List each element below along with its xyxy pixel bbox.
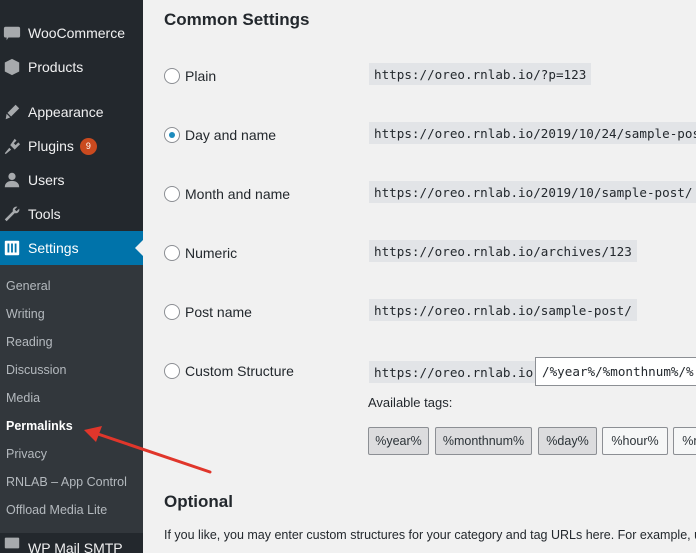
radio-plain[interactable] bbox=[164, 68, 180, 84]
option-day-and-name[interactable]: Day and name bbox=[164, 125, 276, 145]
custom-structure-input[interactable]: /%year%/%monthnum%/% bbox=[535, 357, 696, 386]
option-label: Plain bbox=[185, 68, 217, 84]
submenu-writing[interactable]: Writing bbox=[6, 300, 45, 328]
url-example-post-name: https://oreo.rnlab.io/sample-post/ bbox=[369, 299, 637, 321]
products-icon bbox=[3, 58, 21, 76]
sidebar-item-label: WooCommerce bbox=[28, 25, 125, 41]
option-label: Month and name bbox=[185, 186, 291, 202]
url-example-numeric: https://oreo.rnlab.io/archives/123 bbox=[369, 240, 637, 262]
sidebar-item-users[interactable]: Users bbox=[0, 163, 143, 197]
submenu-reading[interactable]: Reading bbox=[6, 328, 53, 356]
sidebar-item-label: Plugins bbox=[28, 138, 74, 154]
submenu-general[interactable]: General bbox=[6, 272, 50, 300]
tag-monthnum-button[interactable]: %monthnum% bbox=[435, 427, 532, 455]
sidebar-item-label: Tools bbox=[28, 206, 61, 222]
permalink-settings-main: Common Settings Plain https://oreo.rnlab… bbox=[143, 0, 696, 553]
tag-year-button[interactable]: %year% bbox=[368, 427, 429, 455]
sidebar-item-label: Users bbox=[28, 172, 65, 188]
sidebar-item-label: WP Mail SMTP bbox=[28, 540, 123, 553]
option-numeric[interactable]: Numeric bbox=[164, 243, 237, 263]
plugins-icon bbox=[3, 137, 21, 155]
sidebar-item-tools[interactable]: Tools bbox=[0, 197, 143, 231]
tag-minute-button[interactable]: %m bbox=[673, 427, 696, 455]
radio-day-and-name[interactable] bbox=[164, 127, 180, 143]
radio-custom-structure[interactable] bbox=[164, 363, 180, 379]
sidebar-item-woocommerce[interactable]: WooCommerce bbox=[0, 16, 143, 50]
optional-heading: Optional bbox=[164, 492, 233, 511]
sidebar-item-label: Products bbox=[28, 59, 84, 75]
woocommerce-icon bbox=[3, 24, 21, 42]
option-plain[interactable]: Plain bbox=[164, 66, 216, 86]
sidebar-item-label: Appearance bbox=[28, 104, 104, 120]
tag-hour-button[interactable]: %hour% bbox=[602, 427, 668, 455]
option-custom-structure[interactable]: Custom Structure bbox=[164, 361, 294, 381]
sidebar-item-label: Settings bbox=[28, 240, 79, 256]
tag-day-button[interactable]: %day% bbox=[538, 427, 597, 455]
available-tags-label: Available tags: bbox=[368, 395, 453, 410]
url-example-plain: https://oreo.rnlab.io/?p=123 bbox=[369, 63, 592, 85]
option-post-name[interactable]: Post name bbox=[164, 302, 252, 322]
sidebar-item-plugins[interactable]: Plugins 9 bbox=[0, 129, 143, 163]
appearance-icon bbox=[3, 103, 21, 121]
option-label: Numeric bbox=[185, 245, 238, 261]
annotation-arrow bbox=[84, 426, 212, 474]
url-example-month-and-name: https://oreo.rnlab.io/2019/10/sample-pos… bbox=[369, 181, 696, 203]
settings-icon bbox=[3, 239, 21, 257]
option-label: Custom Structure bbox=[185, 363, 294, 379]
submenu-media[interactable]: Media bbox=[6, 384, 40, 412]
submenu-privacy[interactable]: Privacy bbox=[6, 440, 47, 468]
sidebar-item-appearance[interactable]: Appearance bbox=[0, 95, 143, 129]
tools-icon bbox=[3, 205, 21, 223]
users-icon bbox=[3, 171, 21, 189]
option-month-and-name[interactable]: Month and name bbox=[164, 184, 290, 204]
mail-icon bbox=[3, 534, 21, 552]
url-example-day-and-name: https://oreo.rnlab.io/2019/10/24/sample-… bbox=[369, 122, 696, 144]
sidebar-item-settings[interactable]: Settings bbox=[0, 231, 143, 265]
common-settings-heading: Common Settings bbox=[164, 10, 310, 29]
optional-description: If you like, you may enter custom struct… bbox=[164, 528, 696, 542]
url-base-custom-structure: https://oreo.rnlab.io bbox=[369, 361, 539, 383]
plugins-update-badge: 9 bbox=[79, 137, 97, 155]
submenu-permalinks[interactable]: Permalinks bbox=[6, 412, 73, 440]
option-label: Post name bbox=[185, 304, 252, 320]
radio-numeric[interactable] bbox=[164, 245, 180, 261]
option-label: Day and name bbox=[185, 127, 277, 143]
submenu-offload-media-lite[interactable]: Offload Media Lite bbox=[6, 496, 107, 524]
sidebar-item-products[interactable]: Products bbox=[0, 50, 143, 84]
submenu-discussion[interactable]: Discussion bbox=[6, 356, 66, 384]
radio-post-name[interactable] bbox=[164, 304, 180, 320]
sidebar-item-wp-mail-smtp[interactable]: WP Mail SMTP bbox=[0, 534, 143, 553]
settings-submenu: General Writing Reading Discussion Media… bbox=[0, 265, 143, 533]
radio-month-and-name[interactable] bbox=[164, 186, 180, 202]
